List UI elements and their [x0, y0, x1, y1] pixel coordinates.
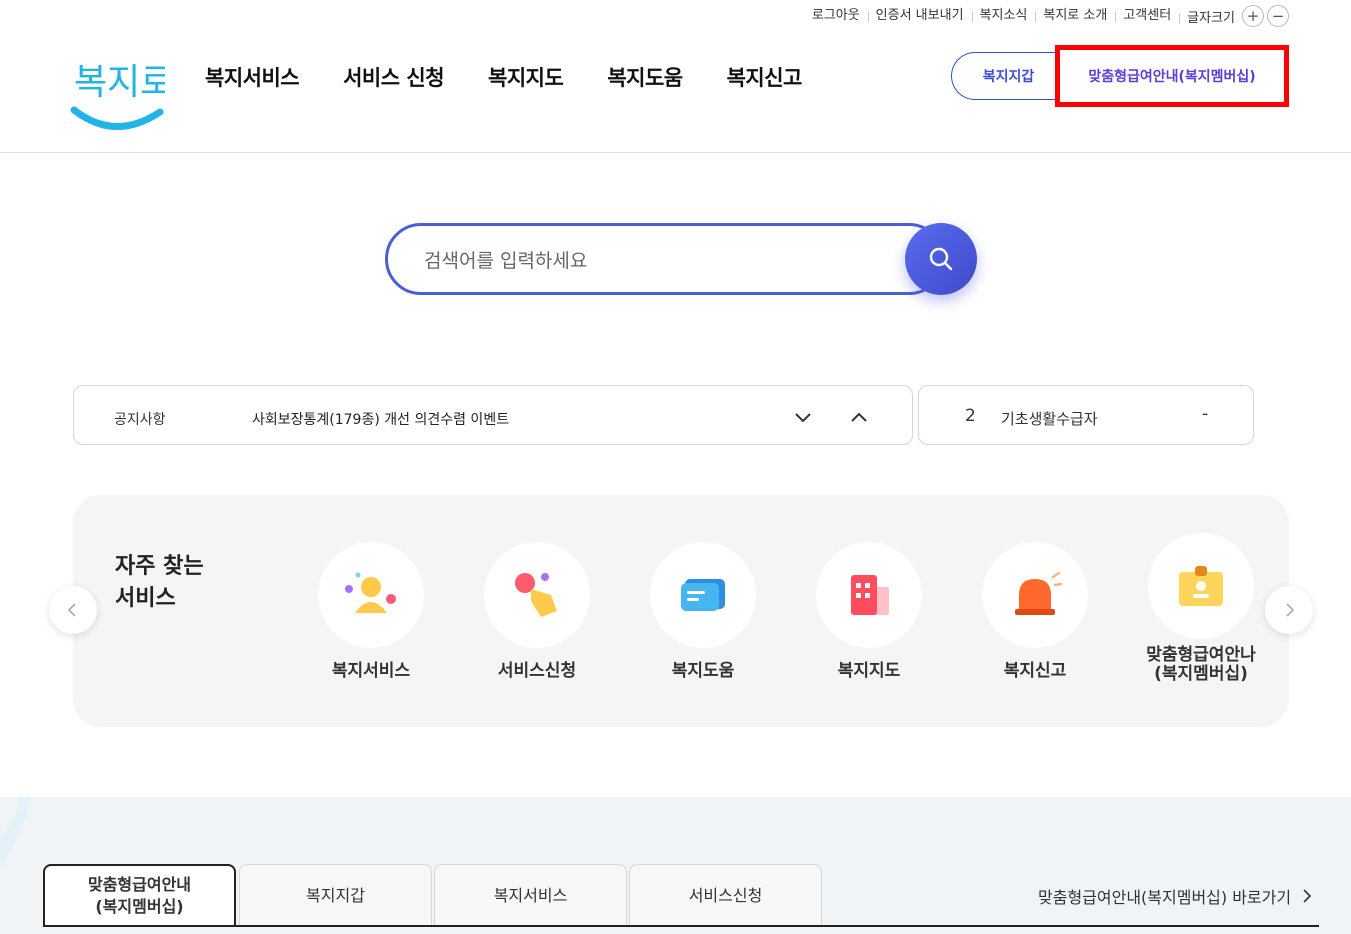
tab-underline [43, 925, 1319, 927]
utility-bar: 로그아웃 인증서 내보내기 복지소식 복지로 소개 고객센터 글자크기 + − [804, 5, 1289, 27]
service-label: 복지지도 [837, 661, 901, 681]
service-label-line1: 맞춤형급여안나 [1146, 645, 1256, 665]
customer-center-link[interactable]: 고객센터 [1115, 5, 1179, 27]
chat-icon [681, 579, 725, 611]
hand-click-icon [515, 573, 557, 617]
notice-bar: 공지사항 사회보장통계(179종) 개선 의견수렴 이벤트 [73, 385, 913, 445]
certificate-export-link[interactable]: 인증서 내보내기 [867, 5, 972, 27]
keyword-text: 기초생활수급자 [1001, 410, 1098, 428]
notice-label: 공지사항 [114, 412, 166, 428]
main-nav: 복지서비스 서비스 신청 복지지도 복지도움 복지신고 [205, 62, 802, 92]
search-icon [929, 247, 953, 271]
service-map[interactable]: 복지지도 [784, 542, 954, 681]
decorative-curve-icon [0, 797, 30, 867]
carousel-prev-button[interactable] [49, 586, 97, 634]
tab-wallet[interactable]: 복지지갑 [239, 864, 432, 926]
service-membership[interactable]: 맞춤형급여안나 (복지멤버십) [1116, 533, 1286, 684]
nav-service-apply[interactable]: 서비스 신청 [343, 62, 444, 92]
keyword-change: - [1202, 404, 1209, 424]
header-divider [0, 152, 1351, 153]
font-increase-button[interactable]: + [1242, 5, 1264, 27]
service-circle [816, 542, 922, 648]
service-report[interactable]: 복지신고 [950, 542, 1120, 681]
bokjiro-logo-icon: 복지로 [70, 62, 173, 130]
building-icon [851, 575, 889, 615]
tab-label-line1: 맞춤형급여안내 [87, 875, 192, 894]
service-label: 복지서비스 [331, 661, 411, 681]
logout-link[interactable]: 로그아웃 [804, 5, 868, 27]
service-help[interactable]: 복지도움 [618, 542, 788, 681]
font-size-label: 글자크기 [1179, 7, 1239, 26]
id-card-icon [1179, 566, 1223, 606]
frequent-title-line1: 자주 찾는 [115, 554, 204, 579]
chevron-right-icon [1303, 889, 1312, 903]
search-area [385, 223, 977, 295]
frequent-title-line2: 서비스 [115, 586, 176, 611]
nav-welfare-service[interactable]: 복지서비스 [205, 62, 300, 92]
service-circle [650, 542, 756, 648]
chevron-up-icon[interactable] [848, 406, 870, 428]
welfare-wallet-button[interactable]: 복지지갑 [951, 52, 1065, 100]
notice-text[interactable]: 사회보장통계(179종) 개선 의견수렴 이벤트 [252, 409, 509, 429]
nav-welfare-report[interactable]: 복지신고 [727, 62, 803, 92]
tab-membership[interactable]: 맞춤형급여안내 (복지멤버십) [43, 864, 236, 926]
tab-welfare-service[interactable]: 복지서비스 [434, 864, 627, 926]
shortcut-label: 맞춤형급여안내(복지멤버십) 바로가기 [1038, 888, 1292, 907]
chevron-left-icon [67, 603, 76, 617]
service-circle [982, 542, 1088, 648]
search-box [385, 223, 945, 295]
service-circle [484, 542, 590, 648]
membership-shortcut-link[interactable]: 맞춤형급여안내(복지멤버십) 바로가기 [1038, 884, 1312, 908]
service-label: 맞춤형급여안나 (복지멤버십) [1116, 646, 1286, 684]
font-decrease-button[interactable]: − [1267, 5, 1289, 27]
welfare-news-link[interactable]: 복지소식 [971, 5, 1036, 27]
service-label: 복지신고 [1003, 661, 1067, 681]
keyword-rank: 2 [965, 406, 976, 426]
nav-welfare-map[interactable]: 복지지도 [488, 62, 564, 92]
logo-text: 복지로 [74, 62, 165, 103]
chevron-down-icon[interactable] [792, 406, 814, 428]
logo[interactable]: 복지로 [70, 50, 173, 135]
service-label: 복지도움 [671, 661, 735, 681]
search-input[interactable] [424, 246, 894, 276]
service-circle [318, 542, 424, 648]
frequent-services-title: 자주 찾는 서비스 [115, 551, 204, 615]
search-button[interactable] [905, 223, 977, 295]
siren-icon [1015, 571, 1063, 615]
service-welfare[interactable]: 복지서비스 [286, 542, 456, 681]
popular-keyword-bar[interactable]: 2 기초생활수급자 - [918, 385, 1254, 445]
service-label-line2: (복지멤버십) [1154, 664, 1248, 684]
tab-label-line2: (복지멤버십) [95, 897, 184, 916]
person-icon [345, 572, 396, 613]
about-link[interactable]: 복지로 소개 [1035, 5, 1115, 27]
membership-button[interactable]: 맞춤형급여안내(복지멤버십) [1055, 45, 1289, 107]
service-circle [1148, 533, 1254, 639]
service-apply[interactable]: 서비스신청 [452, 542, 622, 681]
nav-welfare-help[interactable]: 복지도움 [607, 62, 683, 92]
tab-service-apply[interactable]: 서비스신청 [629, 864, 822, 926]
service-label: 서비스신청 [497, 661, 577, 681]
